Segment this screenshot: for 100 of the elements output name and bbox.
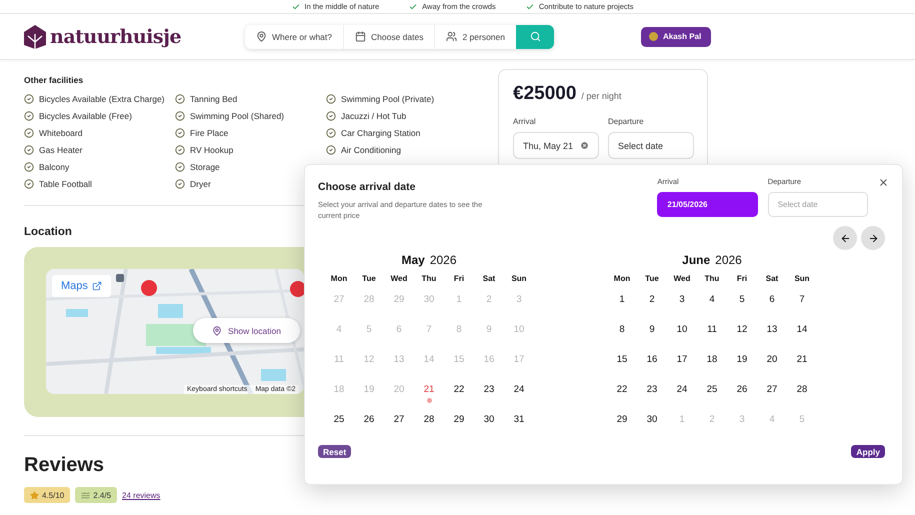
weekday-label: Fri bbox=[452, 274, 466, 285]
clear-icon[interactable] bbox=[580, 141, 589, 150]
location-field[interactable]: Where or what? bbox=[245, 24, 344, 48]
facility-item: RV Hookup bbox=[190, 145, 234, 155]
check-circle-icon bbox=[175, 145, 185, 155]
calendar-day[interactable]: 6 bbox=[757, 292, 787, 322]
arrow-right-icon bbox=[868, 232, 878, 244]
calendar-day[interactable]: 27 bbox=[757, 382, 787, 412]
reviews-link[interactable]: 24 reviews bbox=[122, 490, 160, 500]
facility-item: Air Conditioning bbox=[341, 145, 402, 155]
guests-field[interactable]: 2 personen bbox=[435, 24, 516, 48]
waves-icon bbox=[81, 490, 90, 500]
logo-text: natuurhuisje bbox=[50, 26, 182, 48]
dates-field[interactable]: Choose dates bbox=[344, 24, 436, 48]
calendar-day[interactable]: 14 bbox=[787, 322, 817, 352]
section-heading: Reviews bbox=[24, 454, 106, 477]
weekday-label: Wed bbox=[672, 274, 692, 285]
facility-item: Dryer bbox=[190, 179, 211, 189]
arrival-field[interactable]: Thu, May 21 bbox=[513, 132, 599, 159]
calendar-day[interactable]: 7 bbox=[787, 292, 817, 322]
calendar-day[interactable]: 15 bbox=[607, 352, 637, 382]
calendar-day[interactable]: 26 bbox=[354, 412, 384, 442]
check-icon bbox=[409, 2, 418, 10]
check-circle-icon bbox=[175, 179, 185, 189]
calendar-day[interactable]: 1 bbox=[607, 292, 637, 322]
facility-item: Swimming Pool (Private) bbox=[341, 94, 434, 104]
calendar-day[interactable]: 21 bbox=[787, 352, 817, 382]
calendar-day[interactable]: 10 bbox=[667, 322, 697, 352]
calendar-day[interactable]: 25 bbox=[324, 412, 354, 442]
calendar-icon bbox=[355, 31, 366, 42]
user-button[interactable]: Akash Pal bbox=[641, 26, 712, 46]
calendar-day[interactable]: 2 bbox=[637, 292, 667, 322]
facility-item: Car Charging Station bbox=[341, 128, 420, 138]
calendar-day[interactable]: 16 bbox=[637, 352, 667, 382]
calendar-day[interactable]: 25 bbox=[697, 382, 727, 412]
calendar-day[interactable]: 28 bbox=[414, 412, 444, 442]
calendar-day[interactable]: 22 bbox=[444, 382, 474, 412]
month-title: June 2026 bbox=[681, 253, 743, 267]
calendar-day[interactable]: 23 bbox=[474, 382, 504, 412]
check-circle-icon bbox=[326, 94, 336, 104]
rating-badge: 4.5/10 bbox=[24, 487, 70, 503]
calendar-day[interactable]: 11 bbox=[697, 322, 727, 352]
check-icon bbox=[526, 2, 534, 10]
check-icon bbox=[292, 2, 300, 10]
calendar-day[interactable]: 13 bbox=[757, 322, 787, 352]
facility-item: Jacuzzi / Hot Tub bbox=[341, 111, 406, 121]
calendar-day[interactable]: 8 bbox=[607, 322, 637, 352]
calendar-day[interactable]: 29 bbox=[444, 412, 474, 442]
calendar-day[interactable]: 5 bbox=[727, 292, 757, 322]
calendar-day[interactable]: 31 bbox=[504, 412, 534, 442]
facility-item: Swimming Pool (Shared) bbox=[190, 111, 284, 121]
departure-field[interactable]: Select date bbox=[608, 132, 694, 159]
calendar-day[interactable]: 24 bbox=[667, 382, 697, 412]
calendar-day[interactable]: 24 bbox=[504, 382, 534, 412]
field-label: Arrival bbox=[513, 117, 537, 126]
weekday-label: Thu bbox=[704, 274, 720, 285]
weekday-label: Sun bbox=[510, 274, 528, 285]
star-icon bbox=[30, 490, 39, 500]
show-location-button[interactable]: Show location bbox=[193, 318, 300, 343]
reset-button[interactable]: Reset bbox=[318, 445, 352, 458]
calendar-day[interactable]: 20 bbox=[757, 352, 787, 382]
calendar-day[interactable]: 30 bbox=[474, 412, 504, 442]
section-heading: Other facilities bbox=[24, 75, 84, 85]
weekday-label: Sat bbox=[482, 274, 496, 285]
calendar-day[interactable]: 30 bbox=[637, 412, 667, 442]
check-circle-icon bbox=[24, 145, 34, 155]
check-circle-icon bbox=[24, 128, 34, 138]
logo-icon bbox=[24, 24, 46, 48]
previous-month-button[interactable] bbox=[833, 226, 857, 250]
check-circle-icon bbox=[175, 162, 185, 172]
calendar-day[interactable]: 21 bbox=[414, 382, 444, 412]
calendar-day[interactable]: 18 bbox=[697, 352, 727, 382]
weekday-label: Tue bbox=[361, 274, 377, 285]
calendar-day[interactable]: 12 bbox=[727, 322, 757, 352]
check-circle-icon bbox=[24, 162, 34, 172]
calendar-day[interactable]: 27 bbox=[384, 412, 414, 442]
apply-button[interactable]: Apply bbox=[851, 445, 885, 458]
weekday-label: Wed bbox=[390, 274, 408, 285]
check-circle-icon bbox=[24, 111, 34, 121]
calendar-day[interactable]: 26 bbox=[727, 382, 757, 412]
arrival-date-field[interactable]: 21/05/2026 bbox=[657, 192, 758, 217]
maps-link[interactable]: Maps bbox=[52, 275, 111, 297]
dialog-title: Choose arrival date bbox=[318, 181, 416, 193]
calendar-day[interactable]: 29 bbox=[607, 412, 637, 442]
weekday-label: Sun bbox=[793, 274, 811, 285]
check-circle-icon bbox=[175, 128, 185, 138]
field-label: Departure bbox=[608, 117, 645, 126]
calendar-day[interactable]: 22 bbox=[607, 382, 637, 412]
facility-item: Table Football bbox=[39, 179, 92, 189]
calendar-day[interactable]: 19 bbox=[727, 352, 757, 382]
calendar-day[interactable]: 23 bbox=[637, 382, 667, 412]
facility-item: Storage bbox=[190, 162, 220, 172]
calendar-day[interactable]: 3 bbox=[667, 292, 697, 322]
calendar-day[interactable]: 9 bbox=[637, 322, 667, 352]
next-month-button[interactable] bbox=[861, 226, 885, 250]
calendar-day[interactable]: 4 bbox=[697, 292, 727, 322]
calendar-day[interactable]: 28 bbox=[787, 382, 817, 412]
price: €25000 bbox=[513, 83, 576, 105]
facility-item: Tanning Bed bbox=[190, 94, 238, 104]
calendar-day[interactable]: 17 bbox=[667, 352, 697, 382]
